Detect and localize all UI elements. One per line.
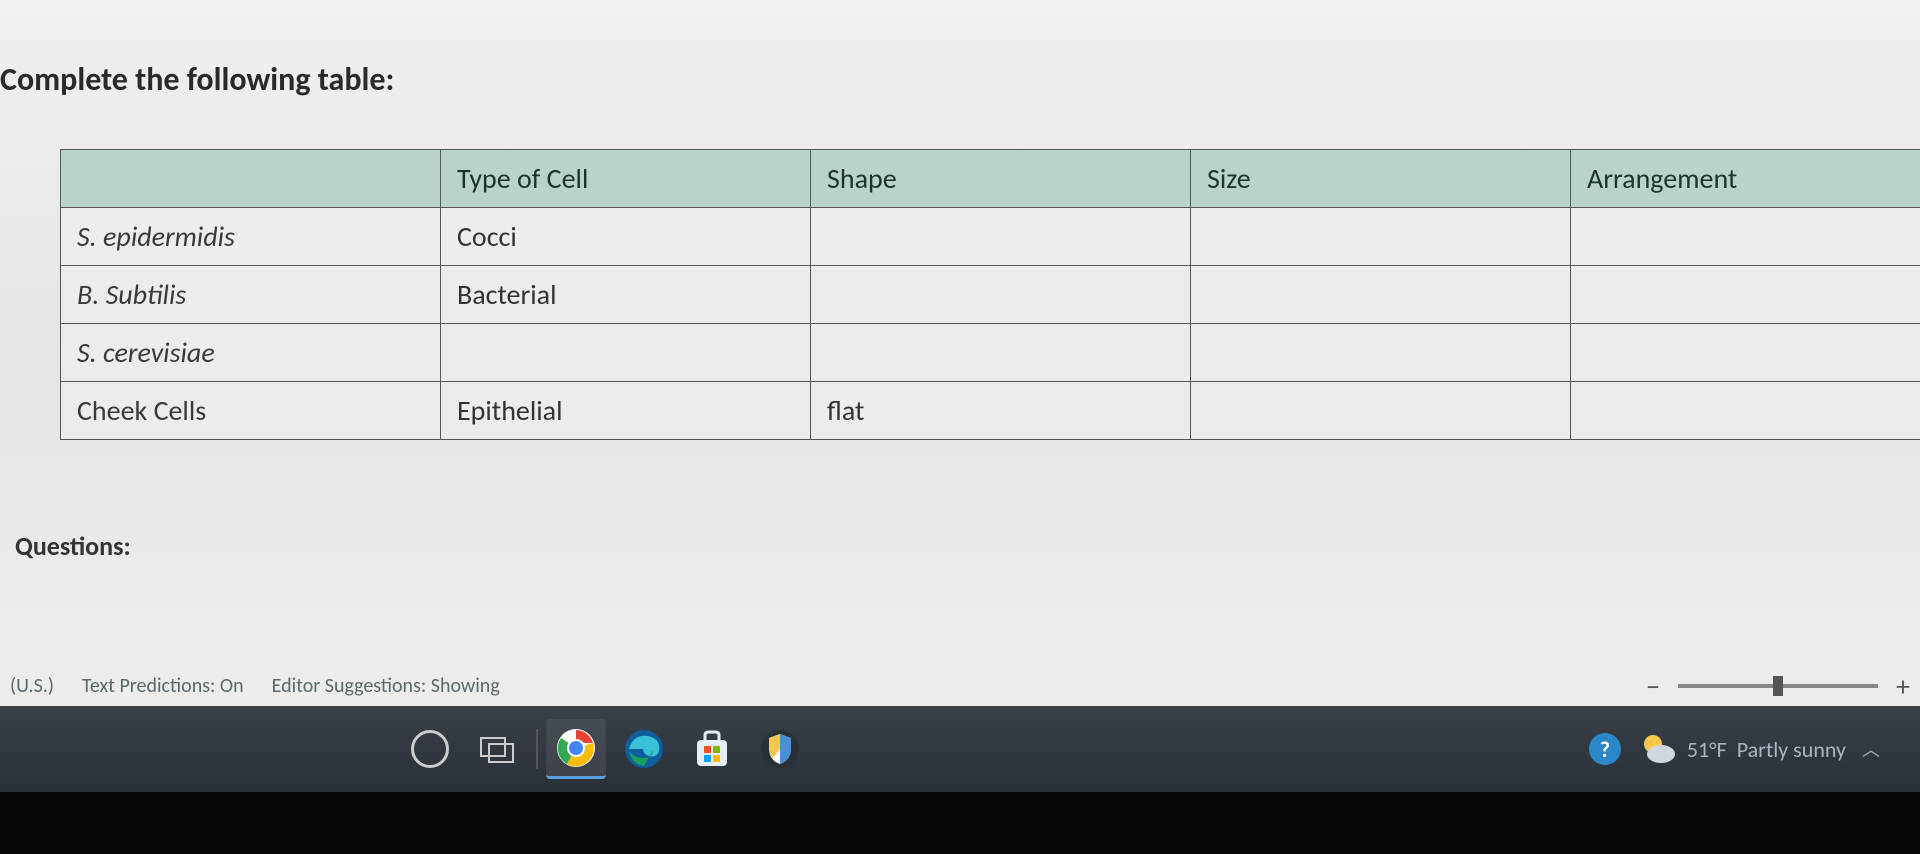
table-container: Type of Cell Shape Size Arrangement S. e… (60, 149, 1920, 440)
cell-shape[interactable] (811, 208, 1191, 266)
header-size: Size (1191, 150, 1571, 208)
task-view-icon (479, 734, 517, 764)
status-bar: (U.S.) Text Predictions: On Editor Sugge… (0, 666, 1920, 706)
help-icon[interactable]: ? (1587, 731, 1623, 767)
weather-temp: 51°F (1687, 736, 1727, 763)
cell-arrangement[interactable] (1571, 266, 1920, 324)
svg-text:?: ? (1600, 736, 1610, 763)
weather-icon (1639, 730, 1677, 768)
status-language[interactable]: (U.S.) (10, 674, 54, 698)
taskbar-right: ? 51°F Partly sunny ︿ (1587, 730, 1880, 768)
zoom-out-button[interactable]: − (1646, 669, 1660, 704)
cell-size[interactable] (1191, 324, 1571, 382)
row-label[interactable]: B. Subtilis (61, 266, 441, 324)
cell-size[interactable] (1191, 266, 1571, 324)
row-label[interactable]: Cheek Cells (61, 382, 441, 440)
cortana-icon (411, 730, 449, 768)
cell-shape[interactable] (811, 324, 1191, 382)
status-text-predictions[interactable]: Text Predictions: On (82, 674, 244, 698)
cell-size[interactable] (1191, 208, 1571, 266)
taskbar-left (400, 719, 810, 779)
cell-type[interactable]: Bacterial (441, 266, 811, 324)
weather-widget[interactable]: 51°F Partly sunny (1639, 730, 1846, 768)
table-row: S. epidermidis Cocci (61, 208, 1920, 266)
cell-arrangement[interactable] (1571, 382, 1920, 440)
row-label[interactable]: S. epidermidis (61, 208, 441, 266)
document-area: Complete the following table: Type of Ce… (0, 0, 1920, 710)
table-header-row: Type of Cell Shape Size Arrangement (61, 150, 1920, 208)
tray-chevron-icon[interactable]: ︿ (1862, 736, 1880, 762)
taskbar: ? 51°F Partly sunny ︿ (0, 706, 1920, 792)
header-blank (61, 150, 441, 208)
cell-arrangement[interactable] (1571, 324, 1920, 382)
bezel (0, 792, 1920, 854)
security-button[interactable] (750, 719, 810, 779)
chrome-icon (555, 727, 597, 769)
cell-shape[interactable]: flat (811, 382, 1191, 440)
chrome-button[interactable] (546, 719, 606, 779)
cell-shape[interactable] (811, 266, 1191, 324)
cell-type[interactable] (441, 324, 811, 382)
questions-heading: Questions: (15, 530, 1920, 562)
table-row: Cheek Cells Epithelial flat (61, 382, 1920, 440)
task-view-button[interactable] (468, 719, 528, 779)
store-button[interactable] (682, 719, 742, 779)
header-type-of-cell: Type of Cell (441, 150, 811, 208)
row-label[interactable]: S. cerevisiae (61, 324, 441, 382)
header-arrangement: Arrangement (1571, 150, 1920, 208)
zoom-control: − + (1646, 669, 1910, 704)
cell-type[interactable]: Epithelial (441, 382, 811, 440)
page-title: Complete the following table: (0, 60, 1920, 99)
weather-desc: Partly sunny (1737, 736, 1846, 763)
cortana-button[interactable] (400, 719, 460, 779)
zoom-in-button[interactable]: + (1896, 669, 1910, 704)
edge-icon (623, 728, 665, 770)
edge-button[interactable] (614, 719, 674, 779)
status-editor-suggestions[interactable]: Editor Suggestions: Showing (272, 674, 500, 698)
shield-icon (759, 728, 801, 770)
cell-size[interactable] (1191, 382, 1571, 440)
table-row: B. Subtilis Bacterial (61, 266, 1920, 324)
zoom-slider[interactable] (1678, 684, 1878, 688)
cell-type[interactable]: Cocci (441, 208, 811, 266)
store-icon (691, 728, 733, 770)
cell-arrangement[interactable] (1571, 208, 1920, 266)
table-row: S. cerevisiae (61, 324, 1920, 382)
header-shape: Shape (811, 150, 1191, 208)
taskbar-divider (536, 729, 538, 769)
zoom-slider-thumb[interactable] (1773, 676, 1783, 696)
data-table: Type of Cell Shape Size Arrangement S. e… (60, 149, 1920, 440)
